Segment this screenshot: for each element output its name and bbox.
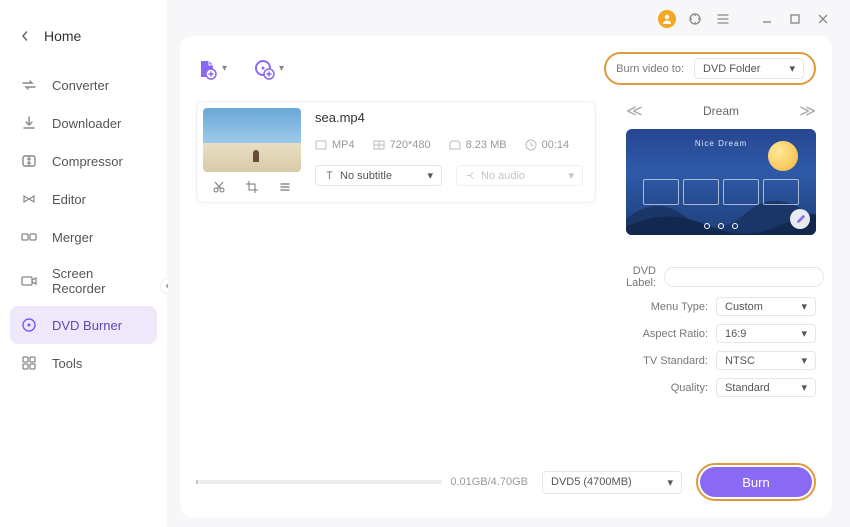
file-size: 8.23 MB (466, 139, 507, 151)
menu-template-name: Dream (703, 104, 739, 118)
titlebar (168, 0, 850, 30)
home-link[interactable]: Home (0, 10, 167, 66)
file-duration: 00:14 (542, 139, 570, 151)
sidebar-item-label: Converter (52, 78, 109, 93)
burn-button[interactable]: Burn (700, 467, 812, 497)
sidebar-item-label: Downloader (52, 116, 121, 131)
support-icon[interactable] (686, 10, 704, 28)
setting-label: TV Standard: (626, 355, 708, 367)
home-label: Home (44, 28, 81, 44)
prev-menu-button[interactable]: ≪ (626, 101, 643, 121)
main-area: ▾ ▾ Burn video to: DVD Folder ▾ (168, 0, 850, 527)
content-panel: ▾ ▾ Burn video to: DVD Folder ▾ (180, 36, 832, 517)
chevron-down-icon: ▾ (222, 63, 227, 74)
merger-icon (20, 228, 38, 246)
sun-graphic (768, 141, 798, 171)
file-list: sea.mp4 MP4 720*480 8.23 MB 00:14 No sub… (196, 101, 596, 397)
audio-dropdown[interactable]: No audio ▾ (456, 165, 583, 186)
tools-icon (20, 354, 38, 372)
sidebar-item-label: DVD Burner (52, 318, 122, 333)
sidebar-item-label: Merger (52, 230, 93, 245)
compressor-icon (20, 152, 38, 170)
sidebar-item-dvd-burner[interactable]: DVD Burner (10, 306, 157, 344)
tv-standard-dropdown[interactable]: NTSC▾ (716, 351, 816, 370)
sidebar-item-label: Tools (52, 356, 82, 371)
burn-target-label: Burn video to: (616, 63, 684, 75)
burn-target-selector: Burn video to: DVD Folder ▾ (604, 52, 816, 85)
crop-button[interactable] (243, 178, 261, 196)
minimize-button[interactable] (758, 10, 776, 28)
chevron-down-icon: ▾ (789, 62, 795, 75)
chevron-down-icon: ▾ (667, 476, 673, 489)
chevron-down-icon: ▾ (801, 327, 807, 340)
capacity-text: 0.01GB/4.70GB (450, 476, 528, 488)
more-button[interactable] (276, 178, 294, 196)
menu-icon[interactable] (714, 10, 732, 28)
burn-target-dropdown[interactable]: DVD Folder ▾ (694, 58, 804, 79)
sidebar-item-compressor[interactable]: Compressor (10, 142, 157, 180)
converter-icon (20, 76, 38, 94)
edit-menu-button[interactable] (790, 209, 810, 229)
sidebar-item-screen-recorder[interactable]: Screen Recorder (10, 256, 157, 306)
dvd-icon (20, 316, 38, 334)
chevron-down-icon: ▾ (279, 63, 284, 74)
menu-preview[interactable]: Nice Dream (626, 129, 816, 235)
setting-label: Aspect Ratio: (626, 328, 708, 340)
chevron-down-icon: ▾ (427, 169, 433, 182)
sidebar-item-editor[interactable]: Editor (10, 180, 157, 218)
back-icon (20, 28, 30, 44)
setting-label: Menu Type: (626, 301, 708, 313)
capacity-bar: 0.01GB/4.70GB (196, 476, 528, 488)
sidebar-item-label: Compressor (52, 154, 123, 169)
editor-icon (20, 190, 38, 208)
sidebar-item-downloader[interactable]: Downloader (10, 104, 157, 142)
menu-panel: ≪ Dream ≫ Nice Dream (626, 101, 816, 397)
sidebar-item-label: Screen Recorder (52, 266, 147, 296)
downloader-icon (20, 114, 38, 132)
file-name: sea.mp4 (315, 110, 583, 125)
menu-type-dropdown[interactable]: Custom▾ (716, 297, 816, 316)
maximize-button[interactable] (786, 10, 804, 28)
toolbar: ▾ ▾ Burn video to: DVD Folder ▾ (196, 52, 816, 85)
subtitle-dropdown[interactable]: No subtitle ▾ (315, 165, 442, 186)
setting-label: DVD Label: (626, 265, 656, 289)
cut-button[interactable] (210, 178, 228, 196)
setting-label: Quality: (626, 382, 708, 394)
add-file-button[interactable]: ▾ (196, 58, 227, 80)
sidebar-item-tools[interactable]: Tools (10, 344, 157, 382)
sidebar: Home Converter Downloader Compressor Edi… (0, 0, 168, 527)
add-disc-button[interactable]: ▾ (253, 58, 284, 80)
video-thumbnail[interactable] (203, 108, 301, 172)
aspect-ratio-dropdown[interactable]: 16:9▾ (716, 324, 816, 343)
sidebar-item-label: Editor (52, 192, 86, 207)
recorder-icon (20, 272, 38, 290)
chevron-down-icon: ▾ (568, 169, 574, 182)
close-button[interactable] (814, 10, 832, 28)
file-resolution: 720*480 (390, 139, 431, 151)
chevron-down-icon: ▾ (801, 381, 807, 394)
user-avatar-icon[interactable] (658, 10, 676, 28)
quality-dropdown[interactable]: Standard▾ (716, 378, 816, 397)
sidebar-item-merger[interactable]: Merger (10, 218, 157, 256)
disc-type-dropdown[interactable]: DVD5 (4700MB) ▾ (542, 471, 682, 494)
file-card[interactable]: sea.mp4 MP4 720*480 8.23 MB 00:14 No sub… (196, 101, 596, 203)
chevron-down-icon: ▾ (801, 300, 807, 313)
dvd-settings: DVD Label: Menu Type: Custom▾ Aspect Rat… (626, 265, 816, 397)
dvd-label-input[interactable] (664, 267, 824, 287)
chevron-down-icon: ▾ (801, 354, 807, 367)
file-format: MP4 (332, 139, 355, 151)
footer: 0.01GB/4.70GB DVD5 (4700MB) ▾ Burn (196, 451, 816, 501)
next-menu-button[interactable]: ≫ (799, 101, 816, 121)
sidebar-item-converter[interactable]: Converter (10, 66, 157, 104)
